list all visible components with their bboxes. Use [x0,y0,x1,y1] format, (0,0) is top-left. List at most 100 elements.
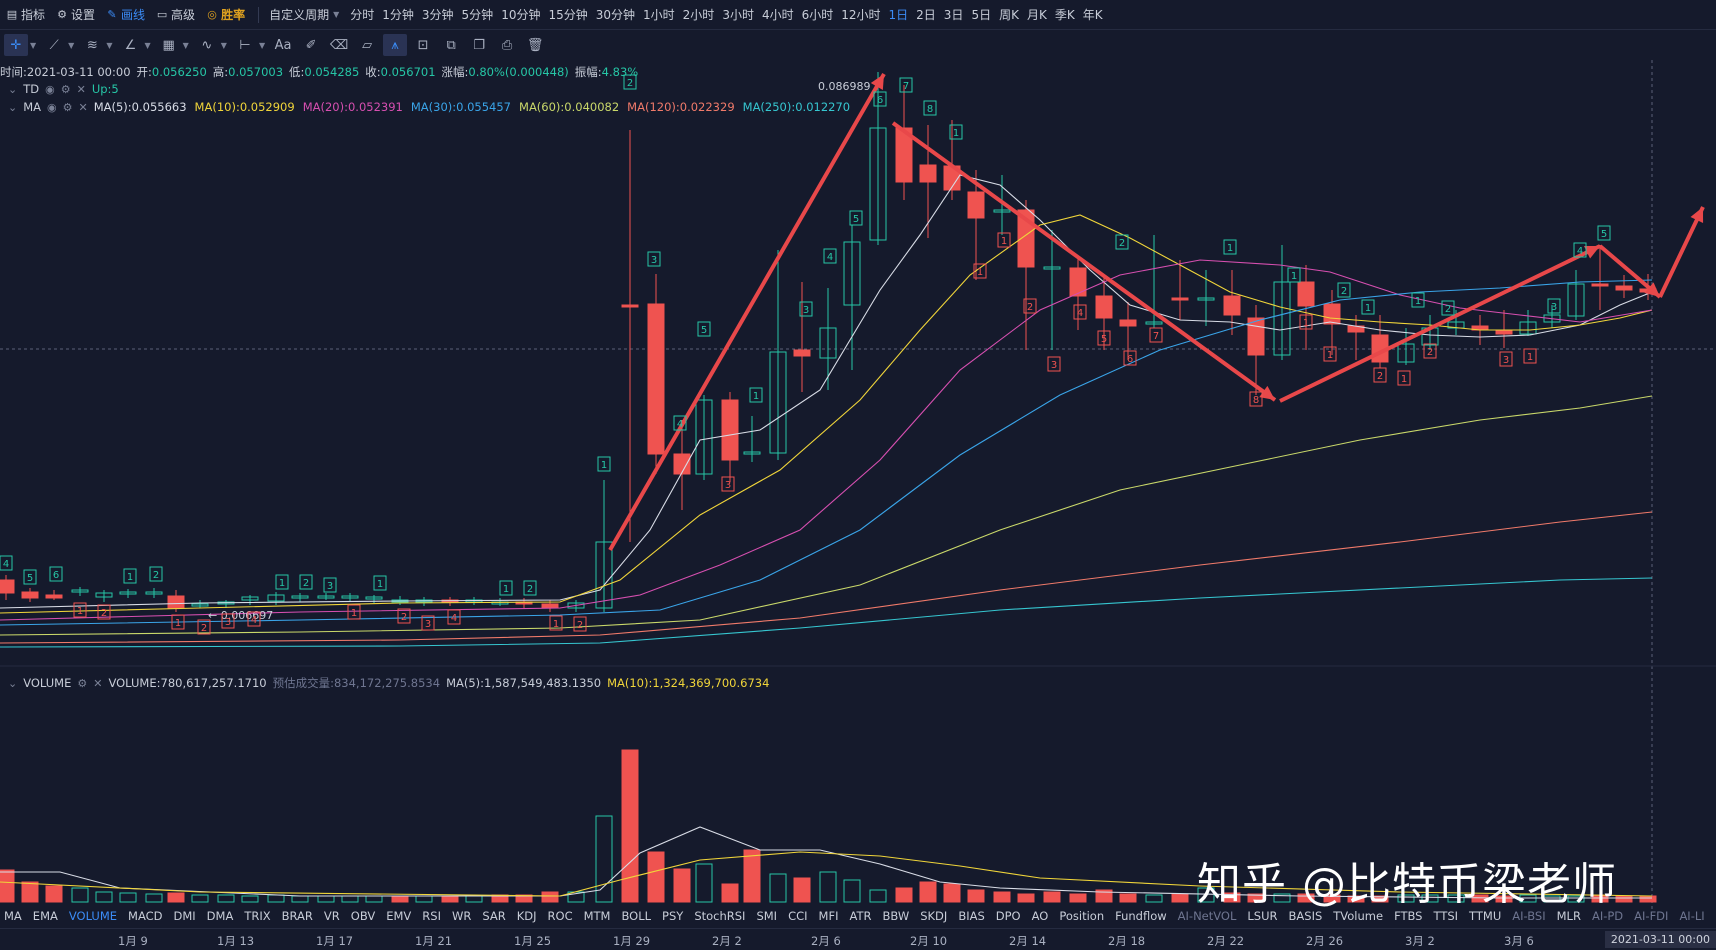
period-11[interactable]: 6小时 [802,6,834,23]
indicator-tab-32[interactable]: LSUR [1247,909,1277,923]
chevron-down-icon[interactable]: ▼ [259,41,265,50]
indicator-tab-28[interactable]: AO [1032,909,1049,923]
chevron-down-icon[interactable]: ▼ [30,41,36,50]
indicator-tab-0[interactable]: MA [4,909,22,923]
indicator-tab-15[interactable]: ROC [548,909,573,923]
period-4[interactable]: 10分钟 [501,6,540,23]
trash-icon[interactable]: 🗑 [523,34,547,56]
toolbar-target-button[interactable]: ◎ 胜率 [206,6,245,23]
indicator-tab-8[interactable]: VR [324,909,340,923]
indicator-tab-10[interactable]: EMV [386,909,411,923]
chevron-down-icon[interactable]: ▼ [144,41,150,50]
custom-period-dropdown[interactable]: 自定义周期 ▼ [269,6,339,23]
indicator-tab-7[interactable]: BRAR [282,909,313,923]
indicator-tab-1[interactable]: EMA [33,909,58,923]
indicator-tab-24[interactable]: BBW [882,909,909,923]
indicator-tab-4[interactable]: DMI [174,909,196,923]
chevron-down-icon[interactable]: ▼ [106,41,112,50]
toolbar-briefcase-button[interactable]: ▭ 高级 [156,6,195,23]
indicator-tab-41[interactable]: AI-FDI [1634,909,1668,923]
indicator-tab-2[interactable]: VOLUME [69,909,117,923]
magnet-icon[interactable]: ⩚ [383,34,408,56]
text-icon[interactable]: Aa [271,34,295,56]
close-icon[interactable]: ✕ [79,101,88,114]
indicator-tab-14[interactable]: KDJ [517,909,537,923]
indicator-tab-22[interactable]: MFI [819,909,839,923]
indicator-tab-9[interactable]: OBV [351,909,375,923]
period-9[interactable]: 3小时 [722,6,754,23]
period-12[interactable]: 12小时 [841,6,880,23]
period-0[interactable]: 分时 [350,6,374,23]
indicator-tab-25[interactable]: SKDJ [920,909,947,923]
brush-icon[interactable]: ✐ [299,34,323,56]
indicator-tab-40[interactable]: AI-PD [1592,909,1623,923]
screenshot-icon[interactable]: ⎙ [495,34,519,56]
toolbar-pencil-button[interactable]: ✎ 画线 [106,6,145,23]
period-1[interactable]: 1分钟 [382,6,414,23]
indicator-tab-3[interactable]: MACD [128,909,162,923]
period-17[interactable]: 周K [999,6,1019,23]
indicator-tab-38[interactable]: AI-BSI [1512,909,1545,923]
chevron-down-icon[interactable]: ▼ [221,41,227,50]
wave-icon[interactable]: ∿ [195,34,219,56]
close-icon[interactable]: ✕ [77,83,86,96]
eye-icon[interactable]: ◉ [47,101,57,114]
indicator-tab-20[interactable]: SMI [756,909,777,923]
indicator-tab-26[interactable]: BIAS [958,909,984,923]
indicator-tab-5[interactable]: DMA [207,909,234,923]
period-3[interactable]: 5分钟 [462,6,494,23]
indicator-tab-31[interactable]: AI-NetVOL [1178,909,1237,923]
period-13[interactable]: 1日 [889,6,909,23]
indicator-tab-17[interactable]: BOLL [621,909,651,923]
period-14[interactable]: 2日 [916,6,936,23]
indicator-tab-42[interactable]: AI-LI [1679,909,1704,923]
grid-icon[interactable]: ▦ [157,34,181,56]
indicator-tab-13[interactable]: SAR [482,909,505,923]
period-5[interactable]: 15分钟 [548,6,587,23]
collapse-icon[interactable]: ⌄ [8,83,17,96]
period-16[interactable]: 5日 [971,6,991,23]
indicator-tab-18[interactable]: PSY [662,909,683,923]
indicator-tab-27[interactable]: DPO [996,909,1021,923]
measure-icon[interactable]: ⊢ [233,34,257,56]
period-6[interactable]: 30分钟 [596,6,635,23]
indicator-tab-21[interactable]: CCI [788,909,807,923]
indicator-tab-6[interactable]: TRIX [244,909,270,923]
indicator-tab-37[interactable]: TTMU [1469,909,1501,923]
period-2[interactable]: 3分钟 [422,6,454,23]
price-chart-area[interactable]: 0.086989 ← 0.006697 4 5 6 1 2 1 2 3 1 1 2 1 2 3 4 5 1 3 4 5 6 7… [0,60,1716,910]
fib-icon[interactable]: ≋ [80,34,104,56]
chevron-down-icon[interactable]: ▼ [68,41,74,50]
angle-icon[interactable]: ∠ [118,34,142,56]
indicator-tab-19[interactable]: StochRSI [694,909,745,923]
indicator-tab-23[interactable]: ATR [849,909,871,923]
eye-icon[interactable]: ◉ [45,83,55,96]
period-15[interactable]: 3日 [944,6,964,23]
candlestick-chart[interactable]: 0.086989← 0.00669745 6 1 21 2 3 1 1 212345134567… [0,60,1716,910]
lock-icon[interactable]: ⊡ [411,34,435,56]
eraser-icon[interactable]: ⌫ [327,34,351,56]
period-8[interactable]: 2小时 [683,6,715,23]
indicator-tab-33[interactable]: BASIS [1289,909,1323,923]
period-18[interactable]: 月K [1027,6,1047,23]
toolbar-chart-button[interactable]: ▤ 指标 [6,6,45,23]
indicator-tab-12[interactable]: WR [452,909,471,923]
clone-icon[interactable]: ❐ [467,34,491,56]
indicator-tab-34[interactable]: TVolume [1333,909,1383,923]
collapse-icon[interactable]: ⌄ [8,677,17,690]
indicator-tab-11[interactable]: RSI [422,909,441,923]
indicator-tab-39[interactable]: MLR [1557,909,1581,923]
indicator-tab-16[interactable]: MTM [584,909,611,923]
period-7[interactable]: 1小时 [643,6,675,23]
indicator-tab-35[interactable]: FTBS [1394,909,1422,923]
indicator-tab-29[interactable]: Position [1059,909,1104,923]
settings-icon[interactable]: ⚙ [61,83,71,96]
ruler-icon[interactable]: ▱ [355,34,379,56]
chevron-down-icon[interactable]: ▼ [183,41,189,50]
period-20[interactable]: 年K [1083,6,1103,23]
settings-icon[interactable]: ⚙ [77,677,87,690]
period-19[interactable]: 季K [1055,6,1075,23]
crosshair-icon[interactable]: ✛ [4,34,28,56]
settings-icon[interactable]: ⚙ [63,101,73,114]
indicator-tab-36[interactable]: TTSI [1434,909,1459,923]
